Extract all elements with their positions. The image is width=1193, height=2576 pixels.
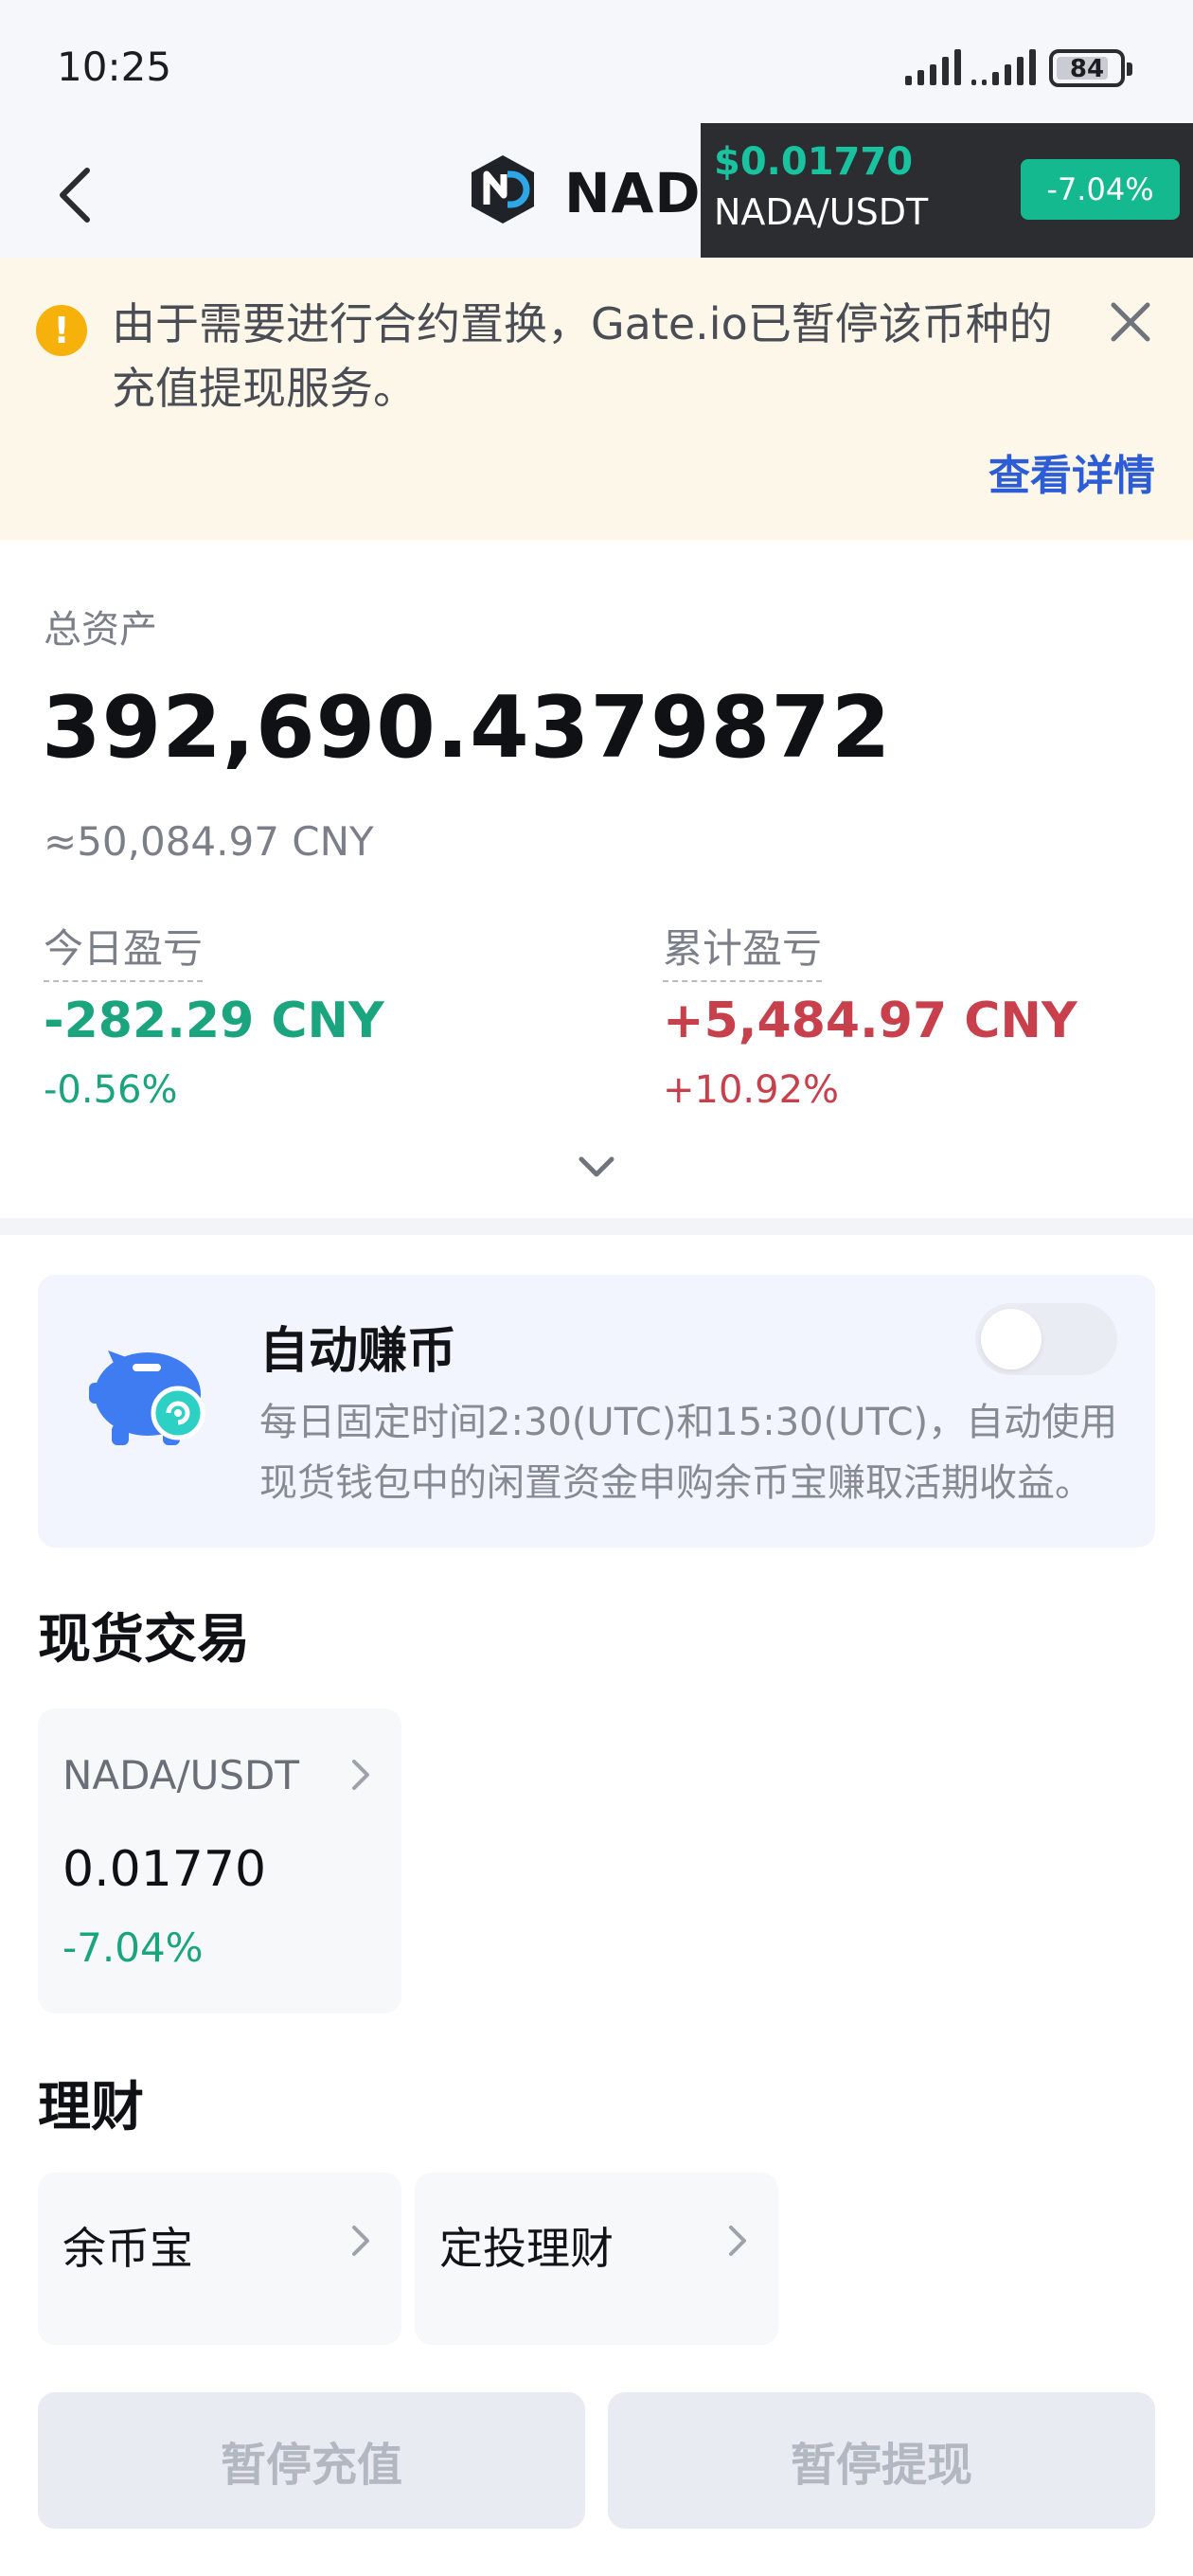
finance-item-auto-invest[interactable]: 定投理财 xyxy=(415,2173,778,2345)
view-details-link[interactable]: 查看详情 xyxy=(988,441,1155,502)
toggle-knob xyxy=(981,1309,1042,1369)
today-pnl-percent: -0.56% xyxy=(44,1068,178,1112)
auto-earn-toggle[interactable] xyxy=(975,1303,1117,1375)
piggy-bank-icon xyxy=(85,1337,208,1451)
finance-section-title: 理财 xyxy=(38,2077,144,2138)
chevron-right-icon xyxy=(347,2222,375,2260)
spot-price: 0.01770 xyxy=(62,1841,267,1898)
price-ticker[interactable]: $0.01770 NADA/USDT -7.04% xyxy=(701,123,1193,258)
battery-percent: 84 xyxy=(1069,55,1105,83)
signal-icon xyxy=(971,49,1036,85)
total-assets-value: 392,690.4379872 xyxy=(42,678,892,778)
today-pnl-label[interactable]: 今日盈亏 xyxy=(44,917,204,982)
status-time: 10:25 xyxy=(57,44,172,90)
chevron-left-icon[interactable] xyxy=(49,165,106,225)
chevron-down-icon[interactable] xyxy=(568,1148,625,1190)
notice-text: 由于需要进行合约置换，Gate.io已暂停该币种的充值提现服务。 xyxy=(112,298,1053,414)
ticker-price: $0.01770 xyxy=(714,140,914,184)
withdraw-paused-button[interactable]: 暂停提现 xyxy=(608,2392,1155,2529)
status-bar: 10:25 84 xyxy=(0,0,1193,133)
auto-earn-description: 每日固定时间2:30(UTC)和15:30(UTC)，自动使用现货钱包中的闲置资… xyxy=(259,1401,1118,1505)
total-assets-cny: ≈50,084.97 CNY xyxy=(44,818,374,865)
finance-item-label: 定投理财 xyxy=(439,2223,614,2274)
finance-item-yubibao[interactable]: 余币宝 xyxy=(38,2173,401,2345)
ticker-change-badge: -7.04% xyxy=(1021,159,1180,220)
total-assets-label: 总资产 xyxy=(44,608,157,652)
signal-icon xyxy=(905,49,961,85)
spot-pair-name: NADA/USDT xyxy=(62,1752,300,1798)
nada-logo-icon xyxy=(470,153,536,225)
deposit-paused-button[interactable]: 暂停充值 xyxy=(38,2392,585,2529)
auto-earn-card: 自动赚币 每日固定时间2:30(UTC)和15:30(UTC)，自动使用现货钱包… xyxy=(38,1275,1155,1547)
cumulative-pnl-label[interactable]: 累计盈亏 xyxy=(663,917,823,982)
chevron-right-icon xyxy=(347,1756,375,1794)
suspension-notice: ! 由于需要进行合约置换，Gate.io已暂停该币种的充值提现服务。 查看详情 xyxy=(0,258,1193,540)
spot-change: -7.04% xyxy=(62,1924,204,1971)
section-divider xyxy=(0,1218,1193,1235)
ticker-pair: NADA/USDT xyxy=(714,191,929,233)
warning-icon: ! xyxy=(36,305,87,356)
battery-icon: 84 xyxy=(1049,49,1132,87)
chevron-right-icon xyxy=(723,2222,752,2260)
auto-earn-title: 自动赚币 xyxy=(259,1323,457,1380)
spot-pair-card[interactable]: NADA/USDT 0.01770 -7.04% xyxy=(38,1708,401,2013)
cumulative-pnl-value: +5,484.97 CNY xyxy=(663,993,1077,1049)
today-pnl-value: -282.29 CNY xyxy=(44,993,384,1049)
finance-item-label: 余币宝 xyxy=(62,2223,193,2274)
cumulative-pnl-percent: +10.92% xyxy=(663,1068,840,1112)
spot-section-title: 现货交易 xyxy=(38,1609,250,1671)
close-icon[interactable] xyxy=(1102,294,1159,350)
